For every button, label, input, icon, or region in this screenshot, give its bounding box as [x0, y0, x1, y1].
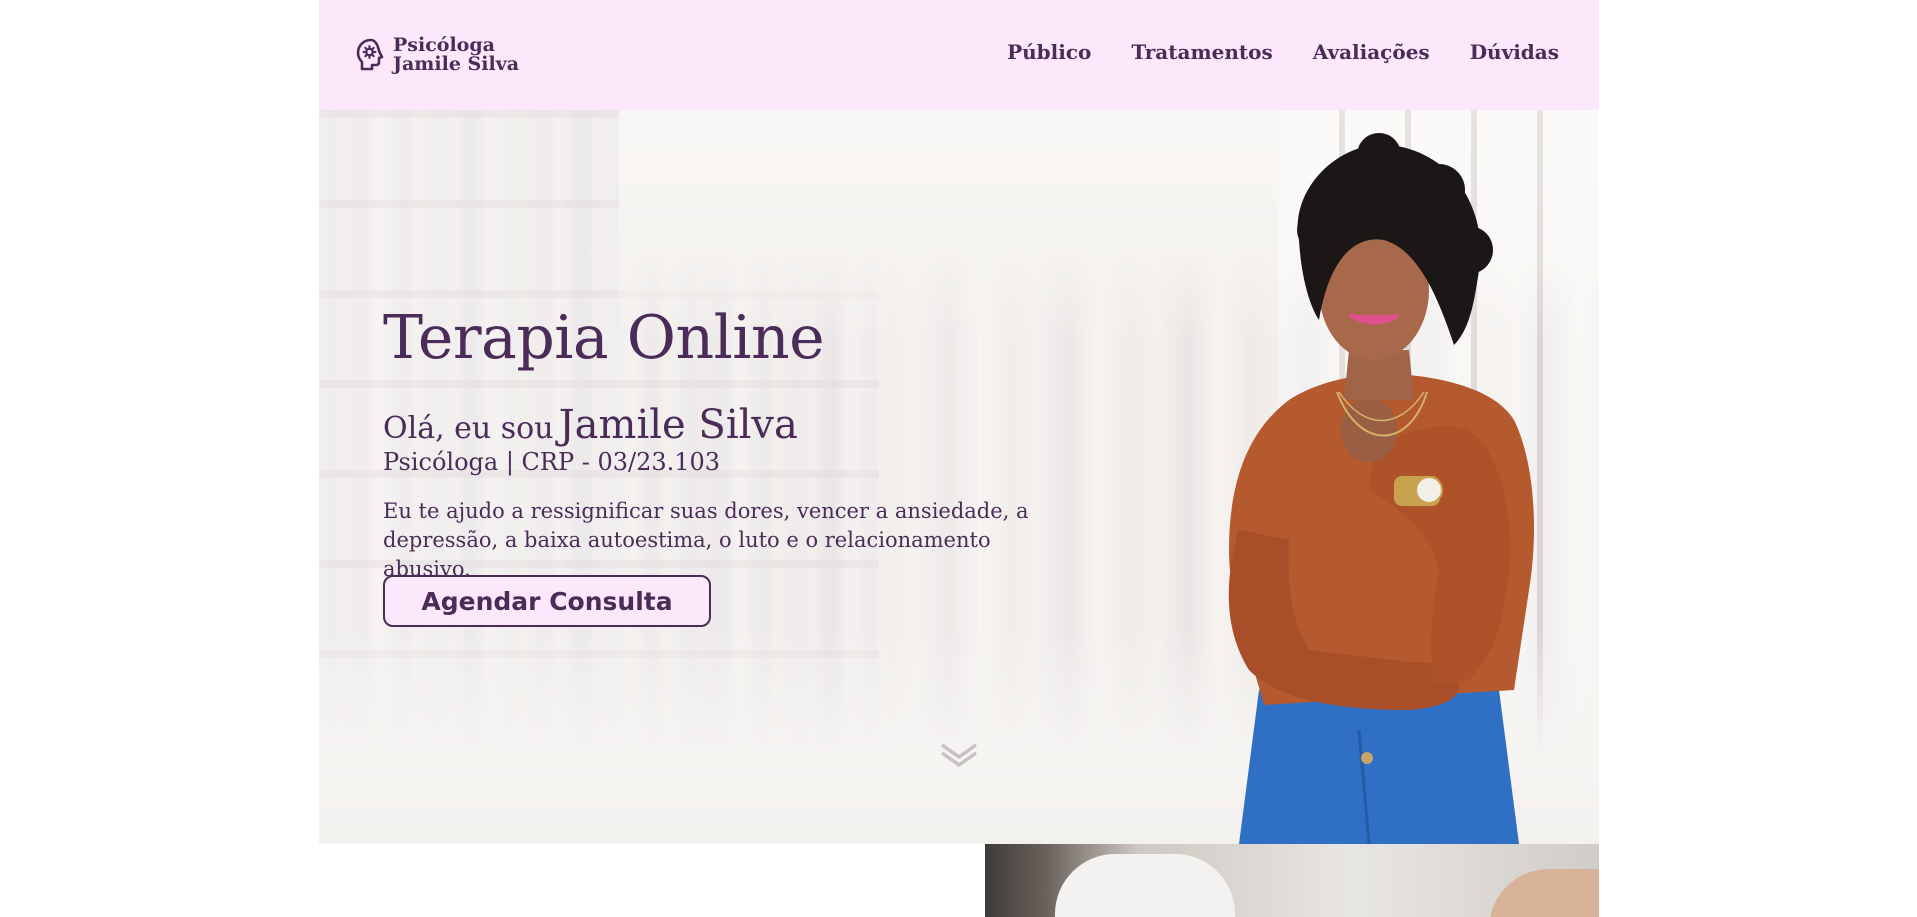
page-container: Psicóloga Jamile Silva Público Tratament…	[319, 0, 1599, 917]
psychologist-name: Jamile Silva	[558, 402, 798, 448]
schedule-appointment-button[interactable]: Agendar Consulta	[383, 575, 711, 627]
doctor-coat-shape	[1055, 854, 1235, 917]
brand-logo[interactable]: Psicóloga Jamile Silva	[355, 34, 519, 76]
nav-link-avaliacoes[interactable]: Avaliações	[1313, 40, 1430, 64]
brand-line-2: Jamile Silva	[393, 53, 520, 75]
psychologist-photo	[1228, 133, 1534, 844]
site-header: Psicóloga Jamile Silva Público Tratament…	[319, 0, 1599, 110]
brand-name: Psicóloga Jamile Silva	[393, 36, 519, 74]
hero-title: Terapia Online	[383, 303, 825, 373]
hero-description: Eu te ajudo a ressignificar suas dores, …	[383, 499, 1029, 581]
patient-arm-shape	[1489, 869, 1599, 917]
greeting-prefix: Olá, eu sou	[383, 411, 554, 446]
nav-link-tratamentos[interactable]: Tratamentos	[1131, 40, 1272, 64]
nav-link-duvidas[interactable]: Dúvidas	[1470, 40, 1559, 64]
next-section-photo	[985, 844, 1599, 917]
double-chevron-down-icon[interactable]	[940, 741, 978, 767]
crp-registration: Psicóloga | CRP - 03/23.103	[383, 448, 721, 476]
hero-section: Terapia Online Olá, eu sou Jamile Silva …	[319, 110, 1599, 844]
head-gear-icon	[356, 38, 384, 71]
greeting: Olá, eu sou Jamile Silva	[383, 402, 798, 448]
main-nav: Público Tratamentos Avaliações Dúvidas	[1007, 40, 1559, 64]
nav-link-publico[interactable]: Público	[1007, 40, 1091, 64]
